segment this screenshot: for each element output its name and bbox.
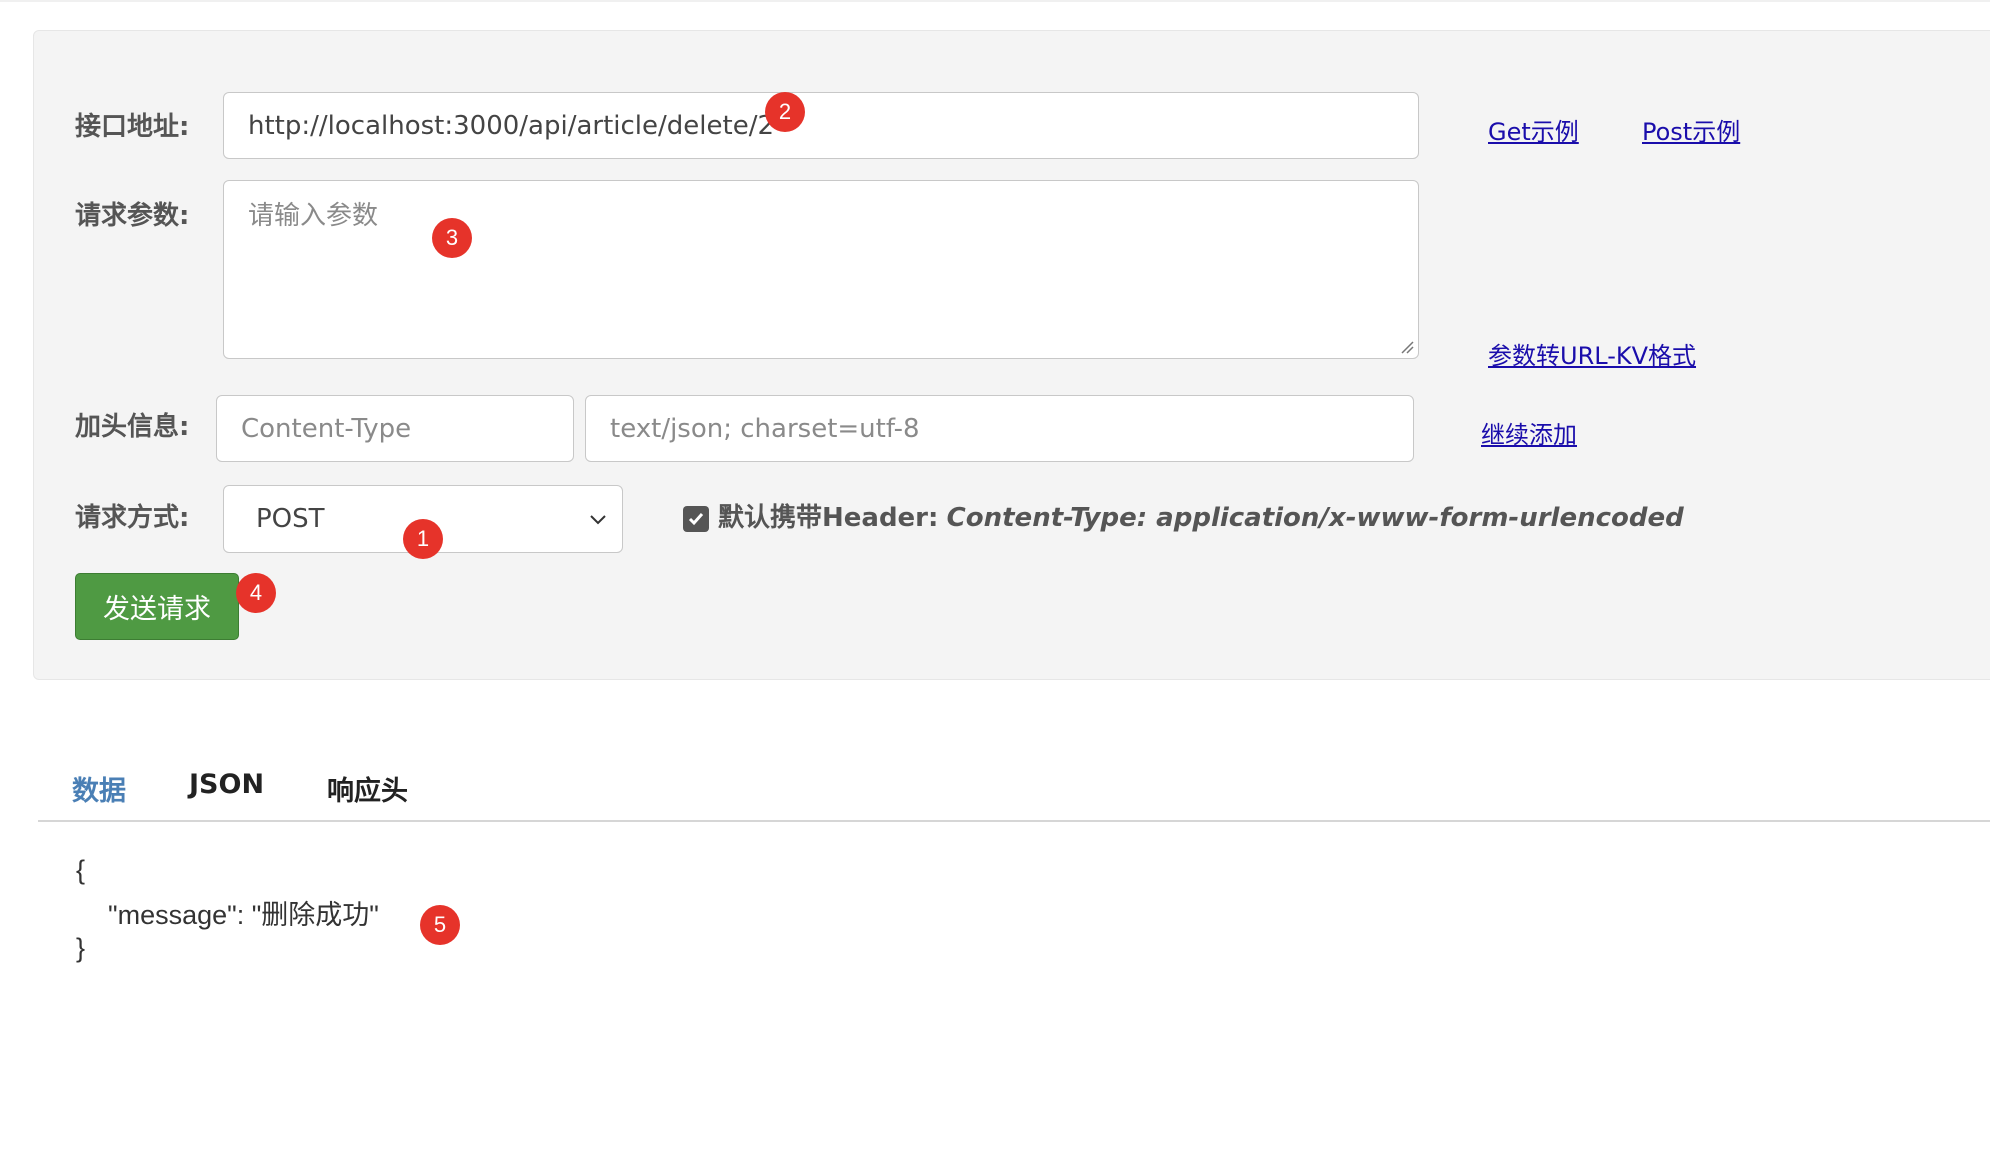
checkmark-icon: [688, 513, 704, 526]
annotation-badge-2: 2: [765, 92, 805, 132]
tab-data[interactable]: 数据: [72, 769, 126, 808]
response-open-brace: {: [76, 855, 86, 885]
method-label: 请求方式:: [75, 503, 190, 533]
send-request-button[interactable]: 发送请求: [75, 573, 239, 640]
method-selected-value: POST: [256, 504, 325, 534]
top-divider: [0, 0, 1990, 2]
url-input[interactable]: http://localhost:3000/api/article/delete…: [223, 92, 1419, 159]
annotation-badge-1: 1: [403, 519, 443, 559]
header-key-input[interactable]: Content-Type: [216, 395, 574, 462]
header-value-placeholder: text/json; charset=utf-8: [610, 413, 920, 444]
annotation-badge-5: 5: [420, 905, 460, 945]
get-example-link[interactable]: Get示例: [1488, 112, 1579, 147]
url-input-value: http://localhost:3000/api/article/delete…: [248, 110, 774, 141]
params-label: 请求参数:: [75, 201, 190, 231]
header-key-placeholder: Content-Type: [241, 413, 412, 444]
params-placeholder: 请输入参数: [248, 201, 379, 231]
annotation-badge-3: 3: [432, 218, 472, 258]
headers-label: 加头信息:: [75, 412, 190, 442]
default-header-label: 默认携带Header:: [718, 503, 939, 533]
add-header-link[interactable]: 继续添加: [1481, 415, 1577, 450]
tab-divider: [38, 820, 1990, 822]
resize-grip-icon[interactable]: [1400, 340, 1414, 354]
tab-json[interactable]: JSON: [189, 769, 264, 800]
default-header-text: 默认携带Header: Content-Type: application/x-…: [718, 497, 1684, 534]
header-value-input[interactable]: text/json; charset=utf-8: [585, 395, 1414, 462]
params-to-kv-link[interactable]: 参数转URL-KV格式: [1488, 336, 1696, 371]
params-textarea[interactable]: 请输入参数: [223, 180, 1419, 359]
annotation-badge-4: 4: [236, 573, 276, 613]
response-close-brace: }: [76, 933, 86, 963]
chevron-down-icon: [590, 515, 606, 525]
default-header-value: Content-Type: application/x-www-form-url…: [946, 503, 1684, 533]
post-example-link[interactable]: Post示例: [1642, 112, 1740, 147]
tab-response-headers[interactable]: 响应头: [327, 769, 408, 808]
default-header-checkbox[interactable]: [683, 506, 709, 532]
response-message-line: "message": "删除成功": [108, 900, 379, 930]
url-label: 接口地址:: [75, 112, 190, 142]
